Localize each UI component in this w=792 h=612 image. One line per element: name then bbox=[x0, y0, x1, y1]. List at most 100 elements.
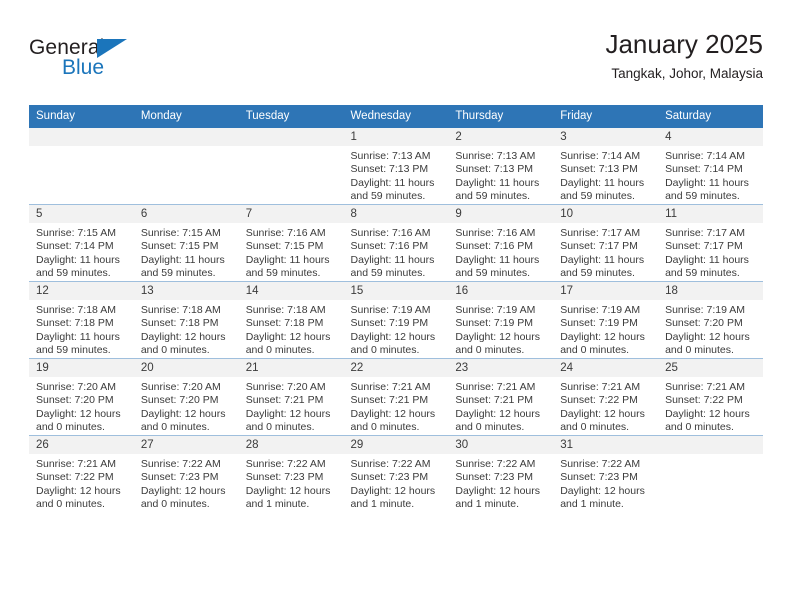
day-details bbox=[134, 146, 239, 150]
calendar-day-cell[interactable]: 11 Sunrise: 7:17 AM Sunset: 7:17 PM Dayligh… bbox=[658, 204, 763, 282]
day-number: 20 bbox=[133, 359, 239, 377]
calendar-table: Sunday Monday Tuesday Wednesday Thursday… bbox=[29, 105, 763, 512]
calendar-day-cell[interactable]: 18 Sunrise: 7:19 AM Sunset: 7:20 PM Dayligh… bbox=[658, 281, 763, 359]
day-details: Sunrise: 7:18 AM Sunset: 7:18 PM Daylight:… bbox=[29, 300, 134, 358]
day-detail-sunrise: Sunrise: 7:17 AM bbox=[665, 227, 746, 239]
calendar-day-cell[interactable]: 29 Sunrise: 7:22 AM Sunset: 7:23 PM Dayligh… bbox=[343, 435, 449, 512]
calendar-day-cell[interactable]: 19 Sunrise: 7:20 AM Sunset: 7:20 PM Dayligh… bbox=[29, 358, 134, 436]
calendar-day-cell[interactable]: 24 Sunrise: 7:21 AM Sunset: 7:22 PM Dayligh… bbox=[553, 358, 659, 436]
day-detail-sunset: Sunset: 7:19 PM bbox=[455, 317, 534, 330]
calendar-day-cell[interactable]: 22 Sunrise: 7:21 AM Sunset: 7:21 PM Dayligh… bbox=[343, 358, 449, 436]
day-detail-sunrise: Sunrise: 7:21 AM bbox=[455, 381, 536, 393]
day-detail-daylight-1: Daylight: 11 hours bbox=[665, 176, 749, 189]
calendar-week-row: 26 Sunrise: 7:21 AM Sunset: 7:22 PM Dayligh… bbox=[29, 435, 763, 512]
day-number: 7 bbox=[238, 205, 344, 223]
day-number: 31 bbox=[553, 436, 659, 454]
calendar-day-cell[interactable]: 5 Sunrise: 7:15 AM Sunset: 7:14 PM Daylight… bbox=[29, 204, 134, 282]
day-number: 29 bbox=[343, 436, 449, 454]
day-detail-sunrise: Sunrise: 7:20 AM bbox=[140, 381, 221, 393]
day-detail-sunrise: Sunrise: 7:16 AM bbox=[245, 227, 326, 239]
day-detail-sunset: Sunset: 7:21 PM bbox=[350, 394, 429, 407]
day-detail-daylight-2: and 0 minutes. bbox=[665, 344, 734, 357]
page-title: January 2025 bbox=[605, 29, 763, 59]
day-details: Sunrise: 7:19 AM Sunset: 7:19 PM Daylight:… bbox=[553, 300, 658, 358]
calendar-day-cell[interactable]: 15 Sunrise: 7:19 AM Sunset: 7:19 PM Dayligh… bbox=[343, 281, 449, 359]
calendar-day-cell[interactable]: 23 Sunrise: 7:21 AM Sunset: 7:21 PM Dayligh… bbox=[448, 358, 554, 436]
day-detail-sunrise: Sunrise: 7:19 AM bbox=[665, 304, 746, 316]
brand-logo[interactable]: General Blue bbox=[29, 36, 159, 88]
calendar-day-cell[interactable]: 7 Sunrise: 7:16 AM Sunset: 7:15 PM Daylight… bbox=[238, 204, 344, 282]
day-detail-daylight-1: Daylight: 11 hours bbox=[36, 253, 120, 266]
calendar-head: Sunday Monday Tuesday Wednesday Thursday… bbox=[29, 105, 763, 128]
day-detail-daylight-1: Daylight: 11 hours bbox=[245, 253, 330, 266]
day-detail-sunset: Sunset: 7:20 PM bbox=[36, 394, 114, 407]
calendar-day-cell[interactable]: 1 Sunrise: 7:13 AM Sunset: 7:13 PM Daylight… bbox=[343, 128, 449, 205]
calendar-day-cell[interactable]: 6 Sunrise: 7:15 AM Sunset: 7:15 PM Daylight… bbox=[133, 204, 239, 282]
day-detail-daylight-1: Daylight: 12 hours bbox=[245, 330, 331, 343]
calendar-day-cell[interactable]: 2 Sunrise: 7:13 AM Sunset: 7:13 PM Daylight… bbox=[448, 128, 554, 205]
calendar-week-row: 1 Sunrise: 7:13 AM Sunset: 7:13 PM Daylight… bbox=[29, 128, 763, 205]
day-detail-sunset: Sunset: 7:13 PM bbox=[560, 163, 638, 176]
day-details: Sunrise: 7:21 AM Sunset: 7:21 PM Daylight:… bbox=[344, 377, 449, 435]
calendar-body: 1 Sunrise: 7:13 AM Sunset: 7:13 PM Daylight… bbox=[29, 128, 763, 512]
day-detail-sunset: Sunset: 7:19 PM bbox=[560, 317, 638, 330]
calendar-day-cell[interactable]: 13 Sunrise: 7:18 AM Sunset: 7:18 PM Dayligh… bbox=[133, 281, 239, 359]
calendar-day-cell[interactable]: 28 Sunrise: 7:22 AM Sunset: 7:23 PM Dayligh… bbox=[238, 435, 344, 512]
calendar-day-cell[interactable]: 10 Sunrise: 7:17 AM Sunset: 7:17 PM Dayligh… bbox=[553, 204, 659, 282]
day-detail-daylight-1: Daylight: 12 hours bbox=[140, 330, 226, 343]
day-detail-daylight-1: Daylight: 12 hours bbox=[36, 407, 121, 420]
calendar-day-cell[interactable]: 20 Sunrise: 7:20 AM Sunset: 7:20 PM Dayligh… bbox=[133, 358, 239, 436]
day-detail-daylight-2: and 0 minutes. bbox=[140, 344, 210, 357]
day-number: 19 bbox=[29, 359, 134, 377]
day-detail-sunrise: Sunrise: 7:22 AM bbox=[560, 458, 641, 470]
day-number: 12 bbox=[29, 282, 134, 300]
calendar-day-cell[interactable]: 26 Sunrise: 7:21 AM Sunset: 7:22 PM Dayligh… bbox=[29, 435, 134, 512]
day-detail-daylight-2: and 0 minutes. bbox=[455, 344, 525, 357]
day-detail-daylight-2: and 59 minutes. bbox=[560, 190, 635, 203]
calendar-day-cell[interactable]: 31 Sunrise: 7:22 AM Sunset: 7:23 PM Dayligh… bbox=[553, 435, 659, 512]
calendar-day-cell[interactable]: 14 Sunrise: 7:18 AM Sunset: 7:18 PM Dayligh… bbox=[238, 281, 344, 359]
calendar-day-cell[interactable]: 3 Sunrise: 7:14 AM Sunset: 7:13 PM Daylight… bbox=[553, 128, 659, 205]
day-detail-daylight-2: and 0 minutes. bbox=[560, 421, 630, 434]
day-details bbox=[239, 146, 344, 150]
day-detail-daylight-2: and 1 minute. bbox=[350, 498, 415, 511]
calendar-day-cell-empty bbox=[238, 128, 344, 205]
calendar-day-cell[interactable]: 25 Sunrise: 7:21 AM Sunset: 7:22 PM Dayligh… bbox=[658, 358, 763, 436]
day-details: Sunrise: 7:21 AM Sunset: 7:22 PM Daylight:… bbox=[553, 377, 658, 435]
day-detail-sunset: Sunset: 7:23 PM bbox=[245, 471, 324, 484]
calendar-day-cell[interactable]: 21 Sunrise: 7:20 AM Sunset: 7:21 PM Dayligh… bbox=[238, 358, 344, 436]
day-detail-daylight-2: and 59 minutes. bbox=[455, 267, 531, 280]
day-details bbox=[29, 146, 134, 150]
day-detail-sunrise: Sunrise: 7:18 AM bbox=[245, 304, 326, 316]
calendar-day-cell[interactable]: 8 Sunrise: 7:16 AM Sunset: 7:16 PM Daylight… bbox=[343, 204, 449, 282]
day-details: Sunrise: 7:13 AM Sunset: 7:13 PM Daylight:… bbox=[344, 146, 449, 204]
day-detail-sunrise: Sunrise: 7:13 AM bbox=[350, 150, 431, 162]
day-number bbox=[658, 436, 763, 454]
weekday-header-wednesday: Wednesday bbox=[343, 105, 449, 128]
calendar-day-cell[interactable]: 4 Sunrise: 7:14 AM Sunset: 7:14 PM Daylight… bbox=[658, 128, 763, 205]
day-details: Sunrise: 7:20 AM Sunset: 7:20 PM Daylight:… bbox=[134, 377, 239, 435]
day-detail-daylight-2: and 59 minutes. bbox=[560, 267, 635, 280]
day-detail-sunrise: Sunrise: 7:22 AM bbox=[455, 458, 536, 470]
day-number: 28 bbox=[238, 436, 344, 454]
day-detail-sunset: Sunset: 7:18 PM bbox=[36, 317, 114, 330]
calendar-day-cell[interactable]: 16 Sunrise: 7:19 AM Sunset: 7:19 PM Dayligh… bbox=[448, 281, 554, 359]
day-detail-sunrise: Sunrise: 7:19 AM bbox=[350, 304, 431, 316]
day-details bbox=[658, 454, 763, 458]
day-detail-sunset: Sunset: 7:23 PM bbox=[350, 471, 429, 484]
weekday-header-tuesday: Tuesday bbox=[238, 105, 344, 128]
calendar-week-row: 12 Sunrise: 7:18 AM Sunset: 7:18 PM Dayligh… bbox=[29, 281, 763, 359]
day-detail-daylight-1: Daylight: 12 hours bbox=[245, 484, 331, 497]
day-number bbox=[133, 128, 239, 146]
calendar-day-cell[interactable]: 17 Sunrise: 7:19 AM Sunset: 7:19 PM Dayligh… bbox=[553, 281, 659, 359]
day-details: Sunrise: 7:15 AM Sunset: 7:14 PM Daylight:… bbox=[29, 223, 134, 281]
day-detail-sunrise: Sunrise: 7:14 AM bbox=[560, 150, 641, 162]
day-detail-daylight-1: Daylight: 12 hours bbox=[455, 407, 541, 420]
calendar-day-cell[interactable]: 30 Sunrise: 7:22 AM Sunset: 7:23 PM Dayligh… bbox=[448, 435, 554, 512]
day-detail-daylight-1: Daylight: 12 hours bbox=[560, 484, 645, 497]
day-detail-daylight-1: Daylight: 11 hours bbox=[350, 176, 435, 189]
calendar-day-cell[interactable]: 27 Sunrise: 7:22 AM Sunset: 7:23 PM Dayligh… bbox=[133, 435, 239, 512]
calendar-day-cell[interactable]: 9 Sunrise: 7:16 AM Sunset: 7:16 PM Daylight… bbox=[448, 204, 554, 282]
day-detail-daylight-2: and 0 minutes. bbox=[350, 421, 420, 434]
calendar-day-cell[interactable]: 12 Sunrise: 7:18 AM Sunset: 7:18 PM Dayligh… bbox=[29, 281, 134, 359]
